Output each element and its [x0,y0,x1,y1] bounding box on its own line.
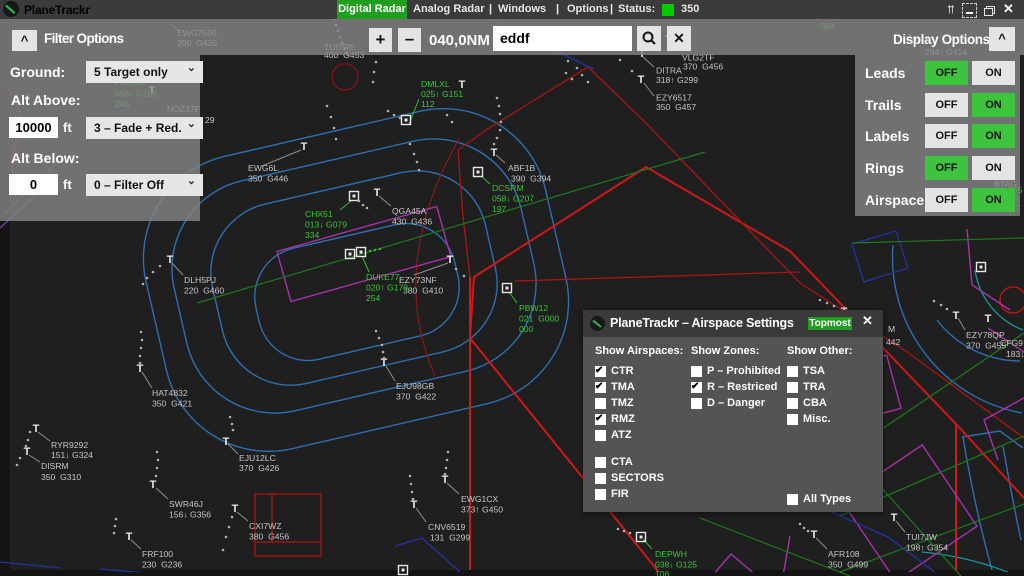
svg-text:SWR46J: SWR46J [169,499,203,509]
svg-text:350 G499: 350 G499 [828,560,868,570]
svg-text:370 G456: 370 G456 [683,62,723,72]
svg-text:350 G421: 350 G421 [152,399,192,409]
svg-text:T: T [301,141,308,153]
svg-text:380 G456: 380 G456 [249,532,289,542]
svg-text:CXI7WZ: CXI7WZ [249,521,281,531]
svg-text:DEPWH: DEPWH [655,549,687,559]
svg-text:T: T [374,187,381,199]
svg-text:T: T [232,503,239,515]
svg-text:DMLXL: DMLXL [421,79,450,89]
svg-text:038↓ G125: 038↓ G125 [655,560,697,570]
svg-text:T: T [223,436,230,448]
svg-text:T: T [411,499,418,511]
svg-text:156↓ G356: 156↓ G356 [169,510,211,520]
svg-text:CHX51: CHX51 [305,209,333,219]
svg-text:058↓ G207: 058↓ G207 [492,194,534,204]
svg-text:T: T [167,254,174,266]
svg-text:T: T [491,147,498,159]
svg-text:025↑ G151: 025↑ G151 [421,89,463,99]
svg-text:370 G422: 370 G422 [396,392,436,402]
svg-text:ABF1B: ABF1B [508,163,535,173]
svg-text:EWG1CX: EWG1CX [461,494,499,504]
svg-text:M: M [888,324,895,334]
svg-text:T: T [33,423,40,435]
svg-text:380 G410: 380 G410 [403,286,443,296]
svg-text:FRF100: FRF100 [142,549,173,559]
svg-text:T: T [953,310,960,322]
svg-text:T: T [126,531,133,543]
svg-text:254: 254 [366,293,381,303]
svg-text:29: 29 [205,115,215,125]
svg-text:DCSRM: DCSRM [492,183,524,193]
svg-text:T: T [442,474,449,486]
svg-text:442: 442 [886,337,901,347]
svg-text:318↑ G299: 318↑ G299 [656,75,698,85]
svg-text:021 G000: 021 G000 [519,314,559,324]
svg-text:EJU98GB: EJU98GB [396,381,434,391]
svg-text:EWG6L: EWG6L [248,163,278,173]
svg-text:350 G310: 350 G310 [41,472,81,482]
svg-text:T: T [447,254,454,266]
svg-text:350 G457: 350 G457 [656,102,696,112]
svg-text:112: 112 [421,99,435,109]
svg-text:151↓ G324: 151↓ G324 [51,450,93,460]
svg-text:013↓ G079: 013↓ G079 [305,220,347,230]
svg-text:020↑ G179: 020↑ G179 [366,283,408,293]
svg-text:EJU12LC: EJU12LC [239,453,276,463]
svg-text:131 G299: 131 G299 [430,533,470,543]
svg-text:CFG9: CFG9 [1000,338,1023,348]
svg-text:220 G460: 220 G460 [184,286,224,296]
svg-text:183↓: 183↓ [1006,349,1024,359]
svg-text:390 G394: 390 G394 [511,174,551,184]
svg-text:000: 000 [519,324,534,334]
svg-text:DLH5PJ: DLH5PJ [184,275,216,285]
svg-text:106: 106 [655,569,670,576]
svg-text:370 G426: 370 G426 [239,463,279,473]
svg-text:334: 334 [305,230,320,240]
svg-text:DITRA: DITRA [656,66,682,76]
svg-text:430 G436: 430 G436 [392,217,432,227]
svg-text:198↑ G354: 198↑ G354 [906,543,948,553]
svg-text:PBW12: PBW12 [519,303,548,313]
svg-text:HAT4832: HAT4832 [152,388,188,398]
svg-text:230 G236: 230 G236 [142,560,182,570]
svg-text:T: T [150,479,157,491]
svg-text:DISRM: DISRM [41,461,69,471]
svg-text:373↑ G450: 373↑ G450 [461,505,503,515]
svg-text:T: T [985,313,992,325]
svg-text:RYR9292: RYR9292 [51,440,88,450]
svg-text:CNV6519: CNV6519 [428,522,465,532]
svg-text:T: T [638,74,645,86]
svg-text:AFR108: AFR108 [828,549,860,559]
svg-text:DUKE77: DUKE77 [366,272,400,282]
svg-text:350 G446: 350 G446 [248,174,288,184]
svg-text:TUI7JW: TUI7JW [906,532,938,542]
svg-text:T: T [811,529,818,541]
svg-text:EZY6517: EZY6517 [656,93,692,103]
svg-text:T: T [24,446,31,458]
svg-text:T: T [137,363,144,375]
svg-text:T: T [891,512,898,524]
svg-text:197: 197 [492,204,507,214]
svg-text:QGA45A: QGA45A [392,206,427,216]
